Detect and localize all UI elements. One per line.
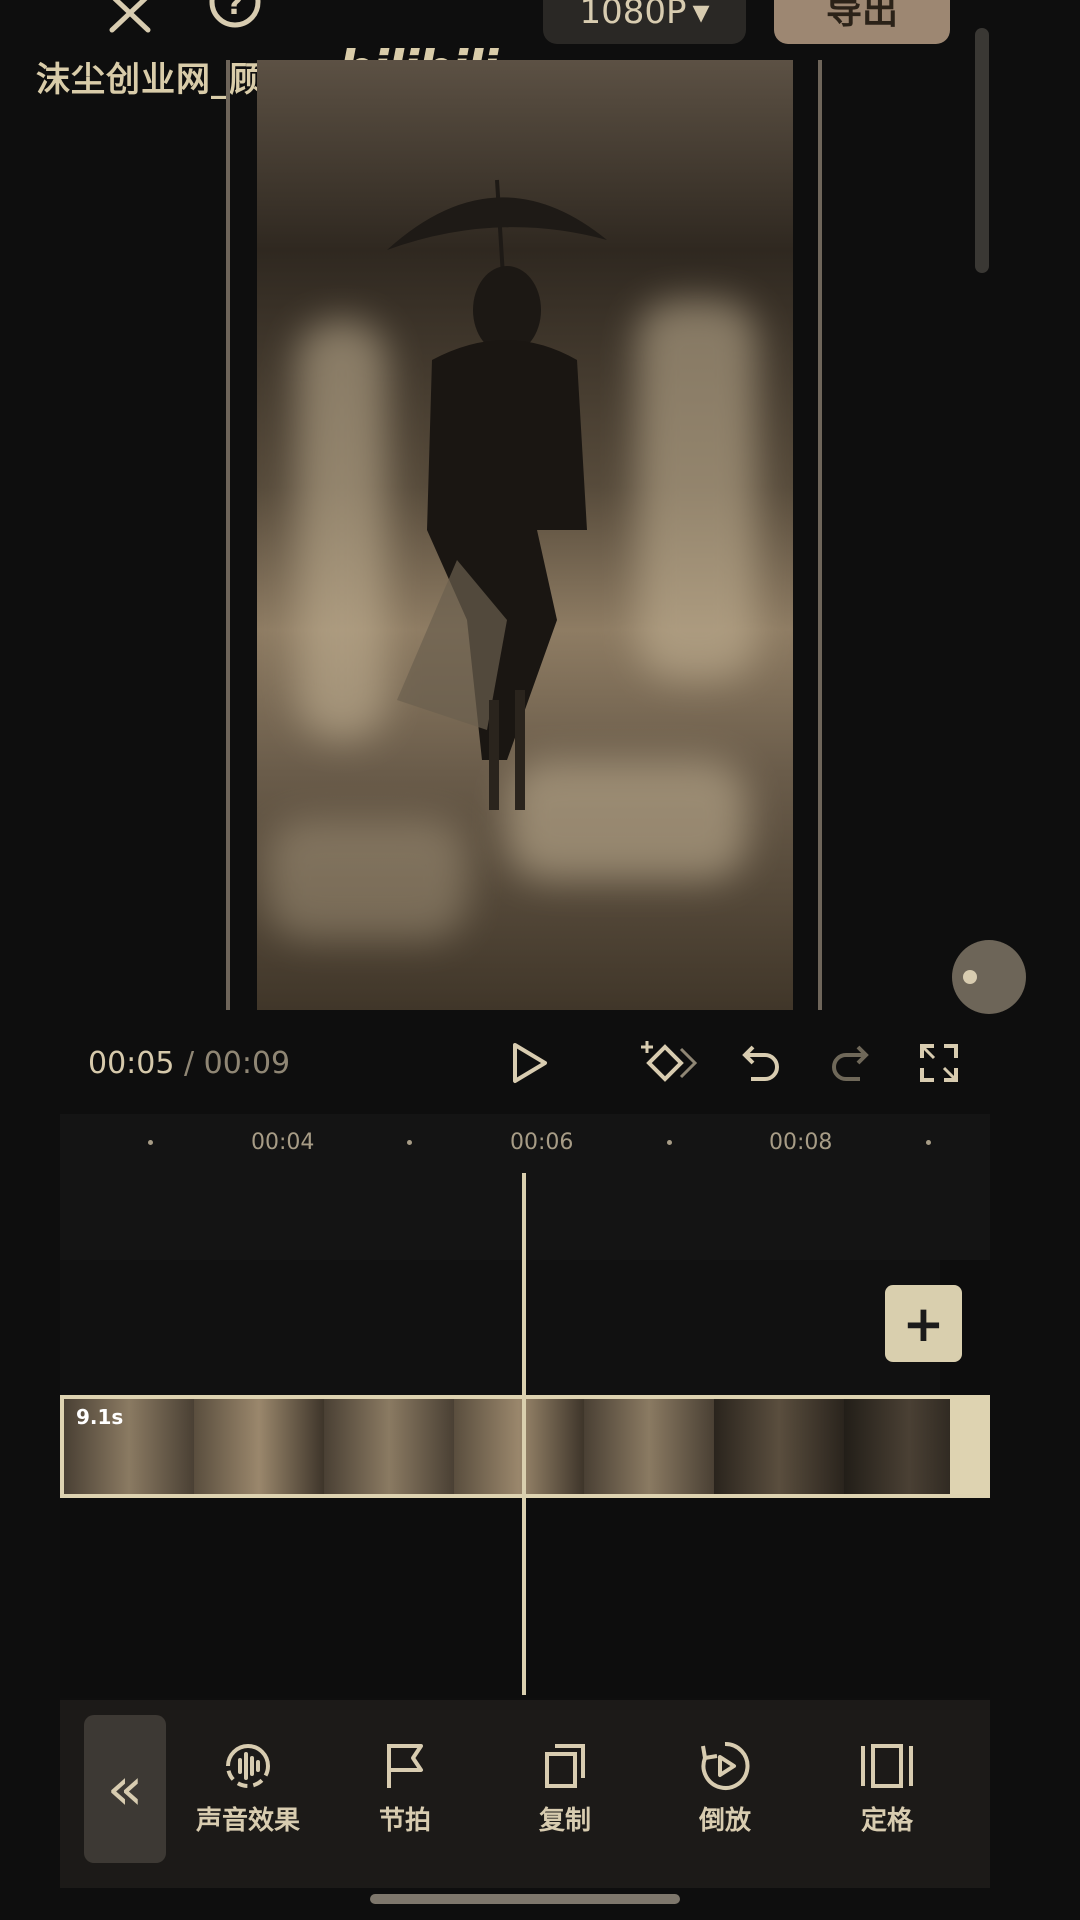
tool-label: 倒放 xyxy=(698,1806,751,1836)
clip-thumbnail xyxy=(194,1399,324,1494)
ruler-tick: 00:08 xyxy=(769,1130,833,1155)
tool-copy[interactable]: 复制 xyxy=(495,1740,635,1837)
fullscreen-icon xyxy=(918,1042,960,1088)
home-indicator[interactable] xyxy=(370,1894,680,1904)
time-separator: / xyxy=(174,1046,204,1081)
clip-duration-label: 9.1s xyxy=(76,1405,124,1429)
export-button[interactable]: 导出 xyxy=(774,0,950,44)
tool-label: 定格 xyxy=(860,1806,913,1836)
help-icon[interactable]: ? xyxy=(208,0,262,40)
ruler-dot xyxy=(667,1140,672,1145)
collapse-back-button[interactable]: « xyxy=(84,1715,166,1863)
close-icon[interactable] xyxy=(108,0,152,44)
keyframe-button[interactable] xyxy=(640,1038,700,1092)
play-icon xyxy=(509,1041,549,1089)
ruler-dot xyxy=(148,1140,153,1145)
keyframe-icon xyxy=(641,1039,699,1091)
clip-thumbnail xyxy=(324,1399,454,1494)
video-preview[interactable] xyxy=(257,60,793,1010)
copy-icon xyxy=(495,1740,635,1792)
tool-label: 声音效果 xyxy=(195,1806,300,1836)
tool-reverse[interactable]: 倒放 xyxy=(655,1740,795,1837)
tool-label: 复制 xyxy=(538,1806,591,1836)
ruler-tick: 00:06 xyxy=(510,1130,574,1155)
side-panel-handle[interactable] xyxy=(952,940,1026,1014)
svg-text:?: ? xyxy=(226,0,243,22)
clip-thumbnail xyxy=(454,1399,584,1494)
canvas-left-border xyxy=(226,60,230,1010)
current-time: 00:05 xyxy=(88,1046,175,1081)
playhead[interactable] xyxy=(522,1173,526,1695)
freeze-frame-icon xyxy=(817,1740,957,1792)
resolution-selector[interactable]: 1080P ▾ xyxy=(543,0,746,44)
undo-icon xyxy=(739,1041,783,1089)
ruler-dot xyxy=(407,1140,412,1145)
preview-scrollbar[interactable] xyxy=(975,28,989,273)
canvas-right-border xyxy=(818,60,822,1010)
undo-button[interactable] xyxy=(734,1038,788,1092)
ruler-dot xyxy=(926,1140,931,1145)
ruler-tick: 00:04 xyxy=(251,1130,315,1155)
clip-thumbnail xyxy=(584,1399,714,1494)
chevron-down-icon: ▾ xyxy=(692,0,710,32)
resolution-label: 1080P xyxy=(579,0,687,32)
tool-sound-effect[interactable]: 声音效果 xyxy=(178,1740,318,1837)
audio-track-area[interactable] xyxy=(60,1260,940,1400)
tool-label: 节拍 xyxy=(378,1806,431,1836)
fullscreen-button[interactable] xyxy=(912,1038,966,1092)
tool-beat[interactable]: 节拍 xyxy=(335,1740,475,1837)
redo-button[interactable] xyxy=(823,1038,877,1092)
add-clip-button[interactable]: + xyxy=(885,1285,962,1362)
clip-thumbnail xyxy=(714,1399,844,1494)
redo-icon xyxy=(828,1041,872,1089)
double-chevron-left-icon: « xyxy=(106,1754,144,1824)
playback-time: 00:05 / 00:09 xyxy=(88,1046,290,1081)
play-button[interactable] xyxy=(502,1038,556,1092)
total-duration: 00:09 xyxy=(203,1046,291,1081)
plus-icon: + xyxy=(902,1294,945,1353)
clip-thumbnail xyxy=(844,1399,950,1494)
tool-freeze-frame[interactable]: 定格 xyxy=(817,1740,957,1837)
beat-flag-icon xyxy=(335,1740,475,1792)
sound-effect-icon xyxy=(178,1740,318,1792)
reverse-icon xyxy=(655,1740,795,1792)
